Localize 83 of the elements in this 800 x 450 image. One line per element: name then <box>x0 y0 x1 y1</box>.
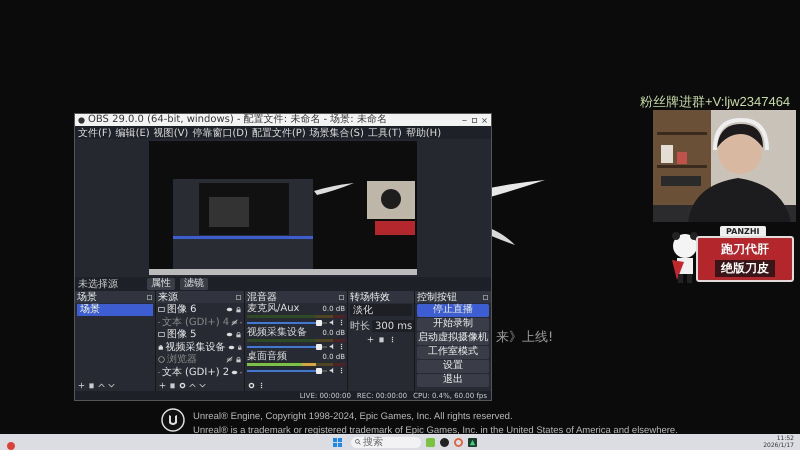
windows-icon[interactable] <box>333 438 342 446</box>
source-item[interactable]: 图像 6 <box>167 304 224 316</box>
engine-logo-icon <box>161 408 185 432</box>
control-button[interactable]: 启动虚拟摄像机 <box>417 332 489 344</box>
brand-label: PANZHI <box>720 226 766 237</box>
slider-thumb[interactable] <box>316 368 322 374</box>
dock-title: 控制按钮 <box>417 290 457 304</box>
duration-field[interactable]: 300 ms <box>372 320 414 332</box>
maximize-icon[interactable] <box>471 116 478 124</box>
eye-slash-icon[interactable] <box>231 318 238 326</box>
undock-icon[interactable] <box>146 294 153 300</box>
source-item[interactable]: 视频采集设备 <box>166 342 226 353</box>
source-item[interactable]: 文本 (GDI+) 2 <box>162 366 230 378</box>
eye-icon[interactable] <box>231 368 238 376</box>
control-button[interactable]: 退出 <box>417 374 489 386</box>
copyright-line: Unreal® is a trademark or registered trademark of Epic Games, Inc. in the United States of America and elsewhere. <box>193 425 678 436</box>
track-name: 视频采集设备 <box>247 328 307 338</box>
promo-text: 粉丝牌进群+V:ljw2347464 <box>640 93 790 111</box>
more-icon[interactable] <box>338 343 345 350</box>
up-icon[interactable] <box>98 382 105 388</box>
copyright-line: Unreal® Engine, Copyright 1998-2024, Epic Games, Inc. All rights reserved. <box>193 411 514 422</box>
undock-icon[interactable] <box>235 294 242 300</box>
dock-title: 来源 <box>158 290 178 304</box>
control-button[interactable]: 开始录制 <box>417 318 489 330</box>
search-icon <box>355 439 361 445</box>
window-title: OBS 29.0.0 (64-bit, windows) - 配置文件: 未命名 - 场景: 未命名 <box>88 114 388 126</box>
control-button[interactable]: 工作室模式 <box>417 346 489 358</box>
more-icon[interactable] <box>258 382 265 388</box>
trash-icon[interactable] <box>88 382 95 388</box>
trash-icon[interactable] <box>378 336 384 343</box>
more-icon[interactable] <box>338 319 345 326</box>
down-icon[interactable] <box>108 382 115 388</box>
control-button[interactable]: 设置 <box>417 360 489 372</box>
source-toolbar-button[interactable]: 属性 <box>147 278 175 290</box>
scene-item[interactable]: 场景 <box>77 304 153 316</box>
add-icon[interactable] <box>78 382 85 388</box>
weather-icon <box>6 441 16 450</box>
duration-label: 时长 <box>350 320 370 333</box>
transition-select[interactable]: 淡化 <box>350 304 412 316</box>
down-icon[interactable] <box>199 382 206 388</box>
add-icon[interactable] <box>159 382 166 388</box>
slider-thumb[interactable] <box>316 320 322 326</box>
menu-item[interactable]: 配置文件(P) <box>252 126 306 140</box>
source-toolbar-button[interactable]: 滤镜 <box>180 278 208 290</box>
app-icon[interactable] <box>468 438 477 446</box>
dock-title: 场景 <box>77 290 97 304</box>
more-icon[interactable] <box>338 367 345 374</box>
source-item[interactable]: 文本 (GDI+) 4 <box>162 316 230 328</box>
track-name: 麦克风/Aux <box>247 304 300 314</box>
undock-icon[interactable] <box>482 294 489 300</box>
add-icon[interactable] <box>366 336 374 343</box>
gear-icon[interactable] <box>179 382 186 388</box>
dock-title: 转场特效 <box>350 290 390 304</box>
image-icon <box>158 306 165 314</box>
gear-icon[interactable] <box>248 382 255 388</box>
slider-thumb[interactable] <box>316 344 322 350</box>
dock-title: 混音器 <box>247 290 277 303</box>
source-item[interactable]: 浏览器 <box>167 354 224 366</box>
game-caption: 来》上线! <box>496 329 554 346</box>
menu-item[interactable]: 工具(T) <box>368 126 402 140</box>
search-field[interactable]: 搜索 <box>351 436 421 448</box>
eye-icon[interactable] <box>226 306 233 314</box>
menu-item[interactable]: 帮助(H) <box>406 126 442 140</box>
banner-headline: 跑刀代肝 <box>721 241 769 258</box>
globe-icon <box>158 356 165 364</box>
no-source-label: 未选择源 <box>78 278 119 291</box>
trash-icon[interactable] <box>169 382 176 388</box>
close-icon[interactable] <box>481 116 488 124</box>
undock-icon[interactable] <box>338 294 345 300</box>
menu-item[interactable]: 停靠窗口(D) <box>192 126 248 140</box>
eye-slash-icon[interactable] <box>226 356 233 364</box>
menu-item[interactable]: 场景集合(S) <box>310 126 364 140</box>
image-icon <box>158 331 165 338</box>
app-icon <box>78 116 85 124</box>
track-name: 桌面音频 <box>247 352 287 362</box>
camera-icon <box>158 344 164 351</box>
source-item[interactable]: 图像 5 <box>167 329 224 340</box>
menu-item[interactable]: 视图(V) <box>154 126 188 140</box>
menu-item[interactable]: 编辑(E) <box>116 126 150 140</box>
menu-item[interactable]: 文件(F) <box>78 126 112 140</box>
control-button[interactable]: 停止直播 <box>417 304 489 316</box>
up-icon[interactable] <box>189 382 196 388</box>
banner-subline: 绝版刀皮 <box>715 260 775 277</box>
